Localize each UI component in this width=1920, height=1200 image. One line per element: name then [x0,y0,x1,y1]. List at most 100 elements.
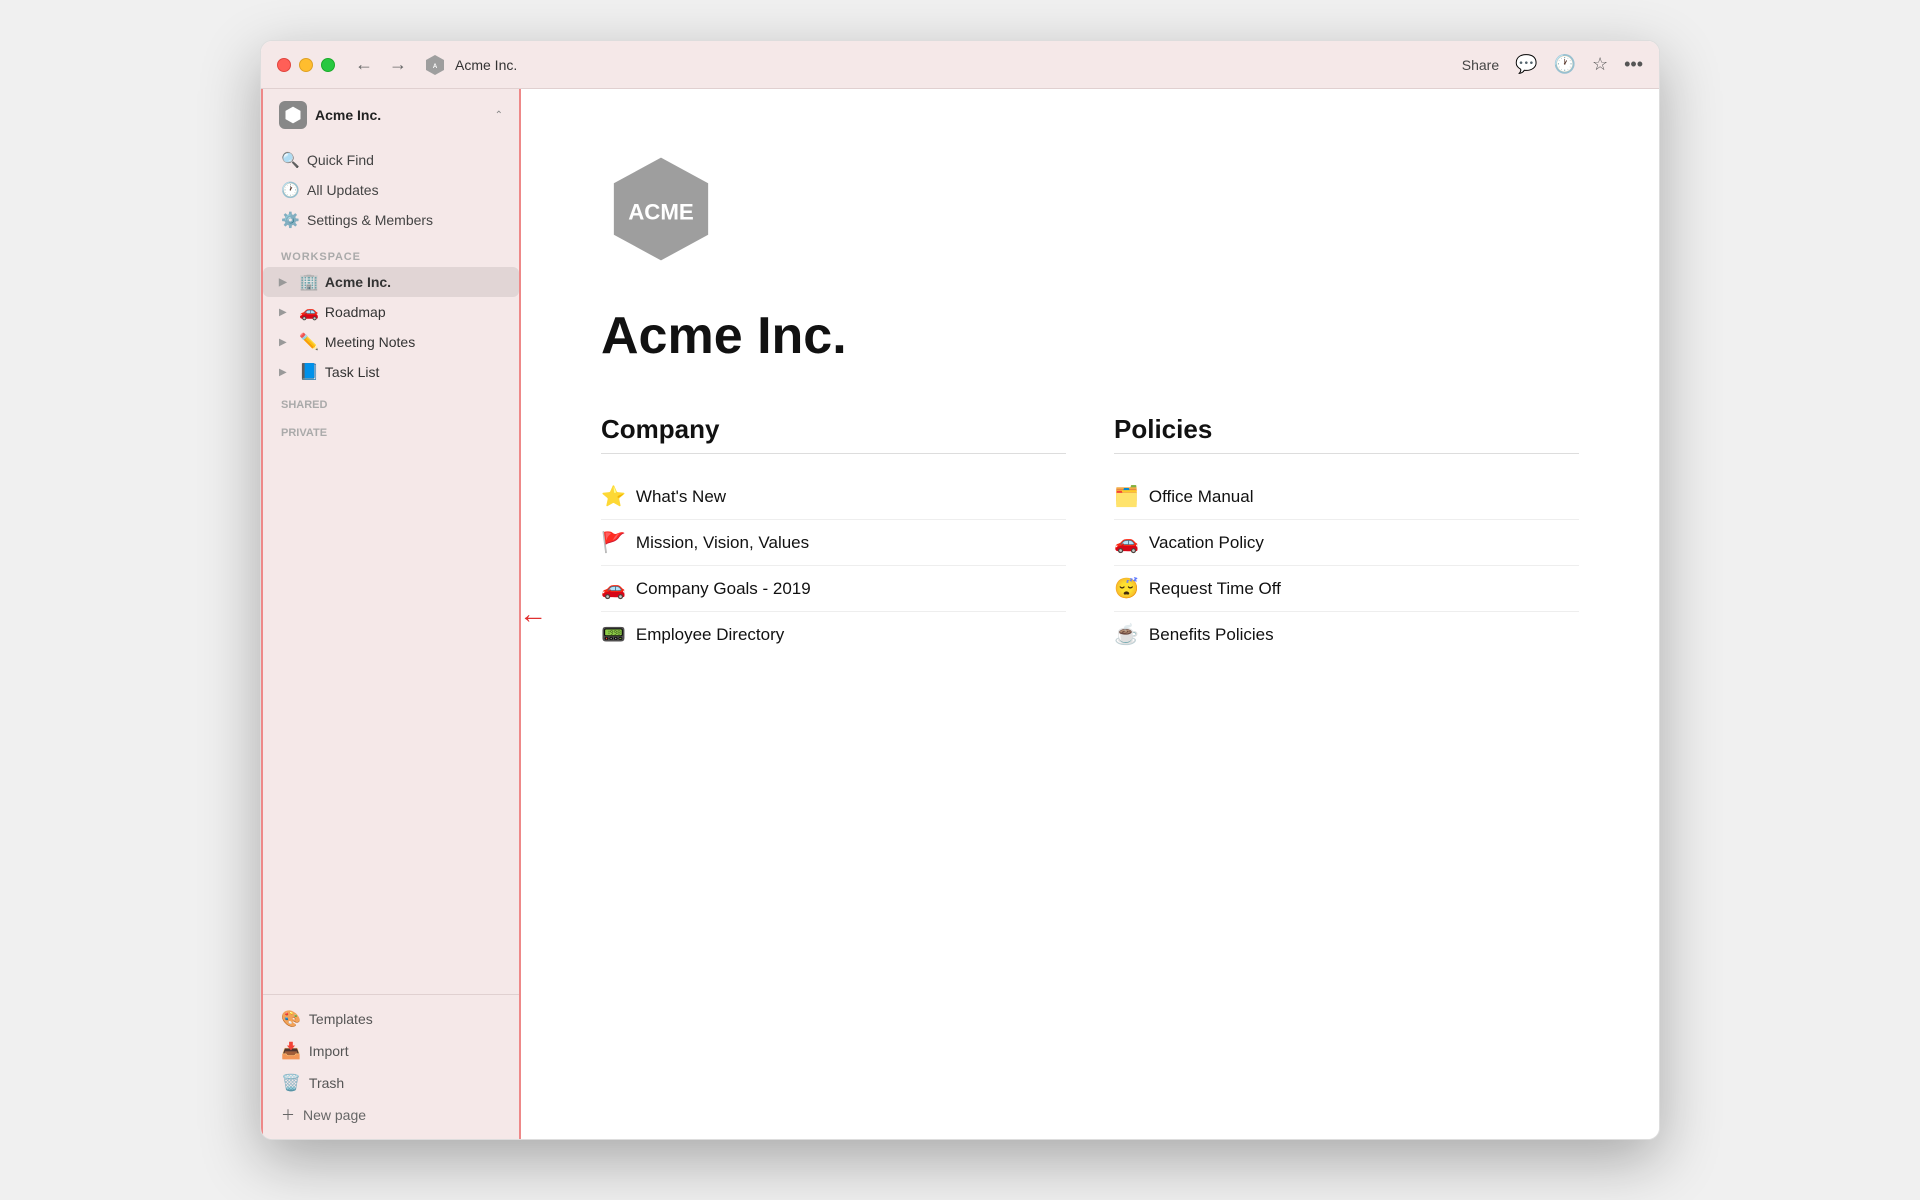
sidebar-item-acme[interactable]: ▶ 🏢 Acme Inc. [263,267,519,297]
company-section-title: Company [601,414,1066,454]
workspace-header[interactable]: A Acme Inc. ⌃ [263,89,519,141]
sidebar: A Acme Inc. ⌃ 🔍 Quick Find 🕐 All Updates… [261,89,521,1139]
resize-arrow: ← [519,598,547,630]
content-area: ACME Acme Inc. Company ⭐ What's New [521,89,1659,1139]
benefits-link[interactable]: ☕ Benefits Policies [1114,612,1579,657]
shared-label: SHARED [263,387,519,415]
import-icon: 📥 [281,1041,301,1061]
office-manual-label: Office Manual [1149,487,1254,507]
favorite-button[interactable]: ☆ [1592,54,1608,75]
employee-emoji: 📟 [601,622,626,647]
import-item[interactable]: 📥 Import [271,1035,511,1067]
vacation-policy-emoji: 🚗 [1114,530,1139,555]
page-logo: ACME [601,149,1579,274]
titlebar-title: Acme Inc. [455,57,517,73]
mission-emoji: 🚩 [601,530,626,555]
office-manual-link[interactable]: 🗂️ Office Manual [1114,474,1579,520]
meeting-emoji: ✏️ [299,332,319,352]
whats-new-link[interactable]: ⭐ What's New [601,474,1066,520]
vacation-policy-label: Vacation Policy [1149,533,1264,553]
goals-label: Company Goals - 2019 [636,579,811,599]
policies-section: Policies 🗂️ Office Manual 🚗 Vacation Pol… [1114,414,1579,657]
acme-emoji: 🏢 [299,272,319,292]
settings-label: Settings & Members [307,212,433,228]
import-label: Import [309,1043,349,1059]
roadmap-emoji: 🚗 [299,302,319,322]
trash-label: Trash [309,1075,344,1091]
acme-label: Acme Inc. [325,274,391,290]
titlebar-actions: Share 💬 🕐 ☆ ••• [1462,54,1643,75]
page-icon: A [423,53,447,77]
company-links: ⭐ What's New 🚩 Mission, Vision, Values 🚗… [601,474,1066,657]
time-off-emoji: 😴 [1114,576,1139,601]
svg-text:ACME: ACME [628,199,694,224]
share-button[interactable]: Share [1462,57,1499,73]
office-manual-emoji: 🗂️ [1114,484,1139,509]
policies-links: 🗂️ Office Manual 🚗 Vacation Policy 😴 Req… [1114,474,1579,657]
task-list-label: Task List [325,364,379,380]
employee-directory-link[interactable]: 📟 Employee Directory [601,612,1066,657]
roadmap-label: Roadmap [325,304,386,320]
workspace-icon: A [279,101,307,129]
goals-link[interactable]: 🚗 Company Goals - 2019 [601,566,1066,612]
trash-item[interactable]: 🗑️ Trash [271,1067,511,1099]
all-updates-item[interactable]: 🕐 All Updates [271,175,511,205]
page-title: Acme Inc. [601,306,1579,366]
time-off-label: Request Time Off [1149,579,1281,599]
templates-item[interactable]: 🎨 Templates [271,1003,511,1035]
whats-new-emoji: ⭐ [601,484,626,509]
search-icon: 🔍 [281,151,299,169]
templates-icon: 🎨 [281,1009,301,1029]
plus-icon: ＋ [281,1105,295,1125]
minimize-button[interactable] [299,58,313,72]
close-button[interactable] [277,58,291,72]
company-section: Company ⭐ What's New 🚩 Mission, Vision, … [601,414,1066,657]
expand-arrow-acme: ▶ [279,277,293,288]
new-page-label: New page [303,1107,366,1123]
all-updates-label: All Updates [307,182,379,198]
expand-arrow-meeting: ▶ [279,337,293,348]
title-bar: ← → A Acme Inc. Share 💬 🕐 ☆ ••• [261,41,1659,89]
benefits-label: Benefits Policies [1149,625,1274,645]
quick-find-label: Quick Find [307,152,374,168]
back-button[interactable]: ← [351,52,377,77]
sidebar-item-meeting-notes[interactable]: ▶ ✏️ Meeting Notes [263,327,519,357]
acme-logo: ACME [601,149,721,269]
settings-item[interactable]: ⚙️ Settings & Members [271,205,511,235]
quick-find-item[interactable]: 🔍 Quick Find [271,145,511,175]
sections-grid: Company ⭐ What's New 🚩 Mission, Vision, … [601,414,1579,657]
trash-icon: 🗑️ [281,1073,301,1093]
forward-button[interactable]: → [385,52,411,77]
history-button[interactable]: 🕐 [1554,54,1576,75]
nav-buttons: ← → [351,52,411,77]
policies-section-title: Policies [1114,414,1579,454]
traffic-lights [277,58,335,72]
sidebar-item-task-list[interactable]: ▶ 📘 Task List [263,357,519,387]
mission-link[interactable]: 🚩 Mission, Vision, Values [601,520,1066,566]
main-layout: A Acme Inc. ⌃ 🔍 Quick Find 🕐 All Updates… [261,89,1659,1139]
maximize-button[interactable] [321,58,335,72]
private-label: PRIVATE [263,415,519,443]
time-off-link[interactable]: 😴 Request Time Off [1114,566,1579,612]
gear-icon: ⚙️ [281,211,299,229]
mission-label: Mission, Vision, Values [636,533,809,553]
expand-arrow-roadmap: ▶ [279,307,293,318]
meeting-notes-label: Meeting Notes [325,334,415,350]
expand-arrow-task: ▶ [279,367,293,378]
task-emoji: 📘 [299,362,319,382]
sidebar-bottom: 🎨 Templates 📥 Import 🗑️ Trash ＋ New page [263,994,519,1139]
workspace-section-label: WORKSPACE [263,239,519,267]
workspace-items: ▶ 🏢 Acme Inc. ▶ 🚗 Roadmap ▶ ✏️ Meeting N… [263,267,519,387]
new-page-button[interactable]: ＋ New page [271,1099,511,1131]
sidebar-nav: 🔍 Quick Find 🕐 All Updates ⚙️ Settings &… [263,141,519,239]
svg-text:A: A [433,64,438,70]
workspace-name: Acme Inc. [315,107,487,123]
goals-emoji: 🚗 [601,576,626,601]
more-button[interactable]: ••• [1624,54,1643,75]
vacation-policy-link[interactable]: 🚗 Vacation Policy [1114,520,1579,566]
sidebar-item-roadmap[interactable]: ▶ 🚗 Roadmap [263,297,519,327]
comment-button[interactable]: 💬 [1515,54,1537,75]
templates-label: Templates [309,1011,373,1027]
benefits-emoji: ☕ [1114,622,1139,647]
chevron-icon: ⌃ [495,110,503,121]
